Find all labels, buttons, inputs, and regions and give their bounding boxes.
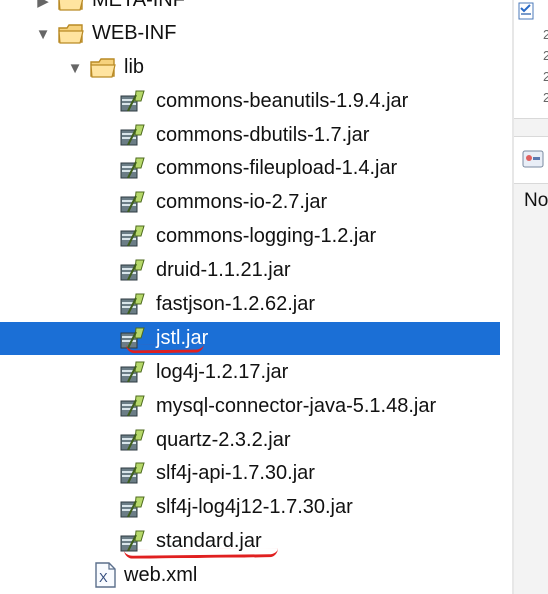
task-list-icon[interactable] [516,1,536,26]
svg-text:X: X [99,570,108,585]
tree-item-label: slf4j-log4j12-1.7.30.jar [156,496,353,518]
jar-icon [118,392,148,420]
tree-row-jar[interactable]: log4j-1.2.17.jar [0,356,500,389]
tree-row-jar[interactable]: commons-logging-1.2.jar [0,220,500,253]
triangle-down-icon[interactable]: ▼ [66,59,84,77]
tree-item-label: quartz-2.3.2.jar [156,429,291,451]
tree-row-jar[interactable]: quartz-2.3.2.jar [0,424,500,457]
jar-icon [118,290,148,318]
side-panel-decorative-number: 2 [543,90,548,105]
side-panel-top: 2 2 2 2 [514,0,548,119]
console-icon[interactable] [521,147,545,176]
tree-row-lib[interactable]: ▼ lib [0,51,500,84]
tree-item-label: META-INF [92,0,185,11]
tree-row-jar[interactable]: mysql-connector-java-5.1.48.jar [0,390,500,423]
tree-item-label: fastjson-1.2.62.jar [156,293,315,315]
jar-icon [118,426,148,454]
tree-row-xml[interactable]: X web.xml [0,559,500,592]
tree-row-jar[interactable]: fastjson-1.2.62.jar [0,288,500,321]
tree-row-jar[interactable]: druid-1.1.21.jar [0,254,500,287]
side-panel-decorative-number: 2 [543,69,548,84]
folder-icon [56,0,86,15]
tree-item-label: WEB-INF [92,22,177,44]
jar-icon [118,256,148,284]
tree-row-web-inf[interactable]: ▼ WEB-INF [0,17,500,50]
tree-row-jar[interactable]: commons-beanutils-1.9.4.jar [0,85,500,118]
side-panel-decorative-number: 2 [543,27,548,42]
tree-item-label: commons-dbutils-1.7.jar [156,124,370,146]
side-panel-decorative-number: 2 [543,48,548,63]
tree-item-label: commons-fileupload-1.4.jar [156,157,398,179]
side-panel-tab[interactable] [514,136,548,184]
triangle-right-icon[interactable]: ▶ [34,0,52,10]
tree-item-label: commons-logging-1.2.jar [156,225,377,247]
tree-row-jar[interactable]: commons-io-2.7.jar [0,186,500,219]
tree-item-label: druid-1.1.21.jar [156,259,291,281]
tree-row-jar[interactable]: slf4j-log4j12-1.7.30.jar [0,491,500,524]
jar-icon [118,358,148,386]
tree-item-label: web.xml [124,564,198,586]
jar-icon [118,121,148,149]
jar-icon [118,459,148,487]
project-explorer-tree[interactable]: ▶ META-INF ▼ WEB-INF ▼ lib commons-beanu… [0,0,512,594]
jar-icon [118,154,148,182]
side-panel: 2 2 2 2 No [514,0,548,594]
tree-item-label: slf4j-api-1.7.30.jar [156,462,315,484]
jar-icon [118,493,148,521]
tree-item-label: commons-beanutils-1.9.4.jar [156,90,409,112]
tree-item-label: mysql-connector-java-5.1.48.jar [156,395,437,417]
jar-icon [118,87,148,115]
tree-item-label: log4j-1.2.17.jar [156,361,289,383]
tree-row-jar[interactable]: commons-fileupload-1.4.jar [0,152,500,185]
tree-row-jar-selected[interactable]: jstl.jar [0,322,500,355]
folder-icon [88,54,118,82]
red-annotation-underline [123,548,279,559]
tree-row-jar[interactable]: slf4j-api-1.7.30.jar [0,457,500,490]
tree-item-label: commons-io-2.7.jar [156,191,328,213]
jar-icon [118,188,148,216]
red-annotation-underline [125,343,205,354]
tree-row-meta-inf[interactable]: ▶ META-INF [0,0,500,17]
tree-item-label: lib [124,56,145,78]
triangle-down-icon[interactable]: ▼ [34,25,52,43]
folder-icon [56,20,86,48]
side-panel-label: No [524,190,548,211]
tree-row-jar[interactable]: commons-dbutils-1.7.jar [0,119,500,152]
jar-icon [118,222,148,250]
xml-file-icon: X [90,561,120,589]
